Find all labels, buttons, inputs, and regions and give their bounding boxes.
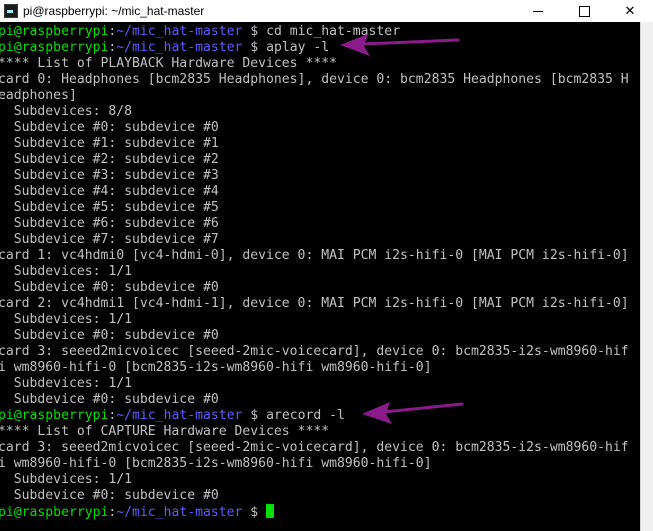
annotation-arrow-icon (362, 402, 464, 424)
annotation-arrows (340, 34, 464, 424)
annotation-arrow-icon (340, 34, 460, 56)
terminal-window: pi@raspberrypi: ~/mic_hat-master ✕ pi@ra… (0, 0, 653, 531)
